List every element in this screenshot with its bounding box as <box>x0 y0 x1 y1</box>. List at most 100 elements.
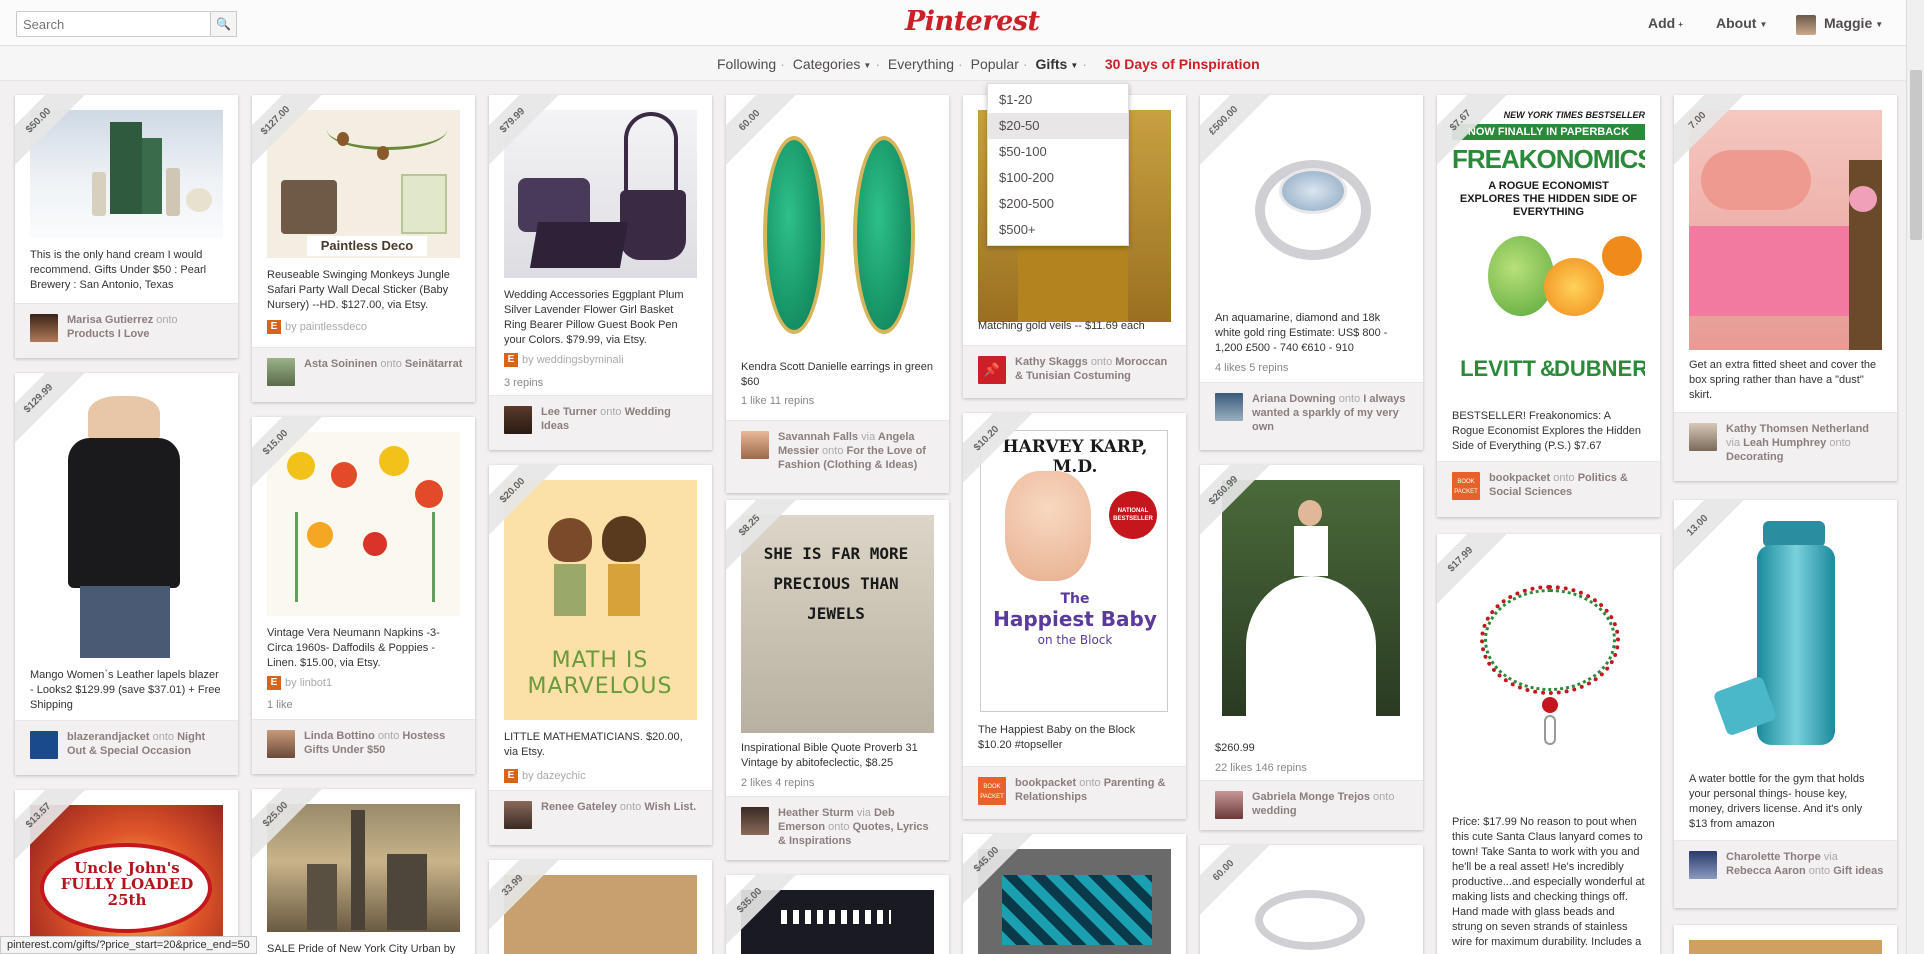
pin-card[interactable]: 13.00 A water bottle for the gym that ho… <box>1674 500 1897 908</box>
price-option[interactable]: $1-20 <box>988 87 1128 113</box>
pin-image[interactable] <box>30 388 223 658</box>
search-icon[interactable]: 🔍 <box>211 11 237 37</box>
pin-image[interactable]: NEW YORK TIMES BESTSELLER NOW FINALLY IN… <box>1452 110 1645 400</box>
user-avatar[interactable] <box>1215 791 1243 819</box>
pin-image[interactable] <box>741 110 934 358</box>
nav-popular[interactable]: Popular <box>971 56 1019 72</box>
user-avatar[interactable] <box>1796 15 1816 35</box>
board-name[interactable]: Wish List. <box>644 801 696 813</box>
source-name[interactable]: linbot1 <box>300 677 332 689</box>
user-avatar[interactable] <box>504 801 532 829</box>
bookpacket-avatar[interactable]: BOOK PACKET <box>1452 472 1480 500</box>
pin-card[interactable]: 60.00 <box>1200 845 1423 954</box>
pin-image[interactable] <box>504 110 697 278</box>
pin-image[interactable] <box>978 849 1171 954</box>
pinner-name[interactable]: Asta Soininen <box>304 358 377 370</box>
pin-image[interactable]: HARVEY KARP, M.D. NATIONAL BESTSELLER Th… <box>980 430 1168 712</box>
pin-card[interactable]: $129.99 Mango Women`s Leather lapels bla… <box>15 373 238 775</box>
search-input[interactable] <box>17 12 212 36</box>
pin-card[interactable]: $20.00 MATH IS MARVELOUS LITTLE MATHEMAT… <box>489 465 712 845</box>
user-avatar[interactable] <box>741 807 769 835</box>
source-name[interactable]: paintlessdeco <box>300 321 367 333</box>
board-name[interactable]: Seinätarrat <box>405 358 462 370</box>
pin-image[interactable] <box>1689 515 1882 767</box>
pin-card[interactable] <box>1674 925 1897 954</box>
source-name[interactable]: weddingsbyminali <box>537 354 624 366</box>
board-name[interactable]: Decorating <box>1726 451 1783 463</box>
nav-everything[interactable]: Everything <box>888 56 954 72</box>
user-avatar[interactable] <box>267 730 295 758</box>
pin-card[interactable]: $260.99 $260.99 22 likes 146 repins Gabr… <box>1200 465 1423 830</box>
price-option[interactable]: $100-200 <box>988 165 1128 191</box>
scrollbar-thumb[interactable] <box>1910 70 1922 240</box>
nav-gifts[interactable]: Gifts ▼ <box>1035 56 1078 72</box>
user-avatar[interactable] <box>30 314 58 342</box>
board-name[interactable]: Products I Love <box>67 328 150 340</box>
pin-image[interactable] <box>1215 860 1408 954</box>
nav-following[interactable]: Following <box>717 56 776 72</box>
user-avatar[interactable] <box>741 431 769 459</box>
pinterest-logo[interactable]: Pinterest <box>905 6 1040 37</box>
pin-image[interactable]: Paintless Deco <box>267 110 460 258</box>
user-avatar[interactable] <box>1689 423 1717 451</box>
bookpacket-avatar[interactable]: BOOK PACKET <box>978 777 1006 805</box>
via-user[interactable]: Rebecca Aaron <box>1726 865 1806 877</box>
pin-image[interactable] <box>1215 110 1408 310</box>
pinner-name[interactable]: Kathy Skaggs <box>1015 356 1088 368</box>
pinner-name[interactable]: Heather Sturm <box>778 807 854 819</box>
pinner-name[interactable]: Savannah Falls <box>778 431 858 443</box>
pin-card[interactable]: $45.00 <box>963 834 1186 954</box>
source-name[interactable]: dazeychic <box>537 770 586 782</box>
user-avatar[interactable] <box>1215 393 1243 421</box>
pin-card[interactable]: 60.00 Kendra Scott Danielle earrings in … <box>726 95 949 493</box>
pin-card[interactable]: £500.00 An aquamarine, diamond and 18k w… <box>1200 95 1423 450</box>
pin-image[interactable]: MATH IS MARVELOUS <box>504 480 697 720</box>
pin-image[interactable] <box>267 432 460 616</box>
user-avatar[interactable] <box>1689 851 1717 879</box>
pin-card[interactable]: $8.25 SHE IS FAR MORE PRECIOUS THAN JEWE… <box>726 500 949 860</box>
pinner-name[interactable]: Linda Bottino <box>304 730 375 742</box>
price-option[interactable]: $200-500 <box>988 191 1128 217</box>
pin-image[interactable]: Uncle John's FULLY LOADED 25th <box>30 805 223 954</box>
page-scrollbar[interactable] <box>1906 0 1924 954</box>
pinner-name[interactable]: Charolette Thorpe <box>1726 851 1821 863</box>
pinner-name[interactable]: Ariana Downing <box>1252 393 1336 405</box>
pin-card[interactable]: 33.99 <box>489 860 712 954</box>
pin-card[interactable]: $10.20 HARVEY KARP, M.D. NATIONAL BESTSE… <box>963 413 1186 819</box>
pin-card[interactable]: $35.00 <box>726 875 949 954</box>
pin-image[interactable]: SHE IS FAR MORE PRECIOUS THAN JEWELS <box>741 515 934 733</box>
pin-card[interactable]: $15.00 Vintage Vera Neumann Napkins -3- … <box>252 417 475 774</box>
pin-image[interactable] <box>30 110 223 238</box>
pinner-name[interactable]: bookpacket <box>1489 472 1550 484</box>
pin-card[interactable]: 7.00 Get an extra fitted sheet and cover… <box>1674 95 1897 481</box>
pinner-name[interactable]: blazerandjacket <box>67 731 150 743</box>
pin-image[interactable] <box>1689 940 1882 954</box>
pin-card[interactable]: $79.99 Wedding Accessories Eggplant Plum… <box>489 95 712 450</box>
pin-image[interactable] <box>1222 480 1400 716</box>
board-name[interactable]: wedding <box>1252 805 1297 817</box>
pin-card[interactable]: $7.67 NEW YORK TIMES BESTSELLER NOW FINA… <box>1437 95 1660 517</box>
pinner-name[interactable]: Gabriela Monge Trejos <box>1252 791 1370 803</box>
pin-card[interactable]: $17.99 Price: $17.99 No reason to pout w… <box>1437 534 1660 954</box>
via-user[interactable]: Leah Humphrey <box>1743 437 1826 449</box>
pin-image[interactable] <box>1689 110 1882 350</box>
pinner-name[interactable]: Renee Gateley <box>541 801 617 813</box>
pin-image[interactable] <box>267 804 460 932</box>
board-name[interactable]: Gift ideas <box>1833 865 1883 877</box>
about-menu[interactable]: About ▼ <box>1716 15 1767 31</box>
nav-pinspiration[interactable]: 30 Days of Pinspiration <box>1105 56 1260 72</box>
nav-categories[interactable]: Categories ▼ <box>793 56 872 72</box>
pin-icon[interactable]: 📌 <box>978 356 1006 384</box>
pinner-name[interactable]: Lee Turner <box>541 406 597 418</box>
pin-image[interactable] <box>1452 549 1645 799</box>
price-option-selected[interactable]: $20-50 <box>988 113 1128 139</box>
user-avatar[interactable] <box>30 731 58 759</box>
pin-card[interactable]: $50.00 This is the only hand cream I wou… <box>15 95 238 358</box>
user-avatar[interactable] <box>267 358 295 386</box>
add-menu[interactable]: Add + <box>1648 15 1683 31</box>
pin-card[interactable]: $13.57 Uncle John's FULLY LOADED 25th <box>15 790 238 954</box>
price-option[interactable]: $500+ <box>988 217 1128 243</box>
pin-card[interactable]: $25.00 SALE Pride of New York City Urban… <box>252 789 475 954</box>
pin-image[interactable] <box>504 875 697 954</box>
pinner-name[interactable]: Kathy Thomsen Netherland <box>1726 423 1869 435</box>
